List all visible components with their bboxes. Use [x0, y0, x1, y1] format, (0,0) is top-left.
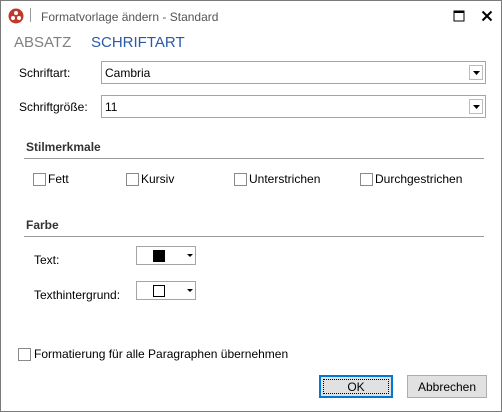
- format-style-dialog: Formatvorlage ändern - Standard ABSATZ S…: [0, 0, 502, 412]
- font-select-value: Cambria: [105, 66, 151, 80]
- tab-absatz[interactable]: ABSATZ: [14, 34, 71, 51]
- bold-label: Fett: [48, 172, 69, 186]
- background-color-picker[interactable]: [136, 281, 196, 300]
- underline-checkbox[interactable]: [234, 173, 247, 186]
- title-separator: [30, 8, 31, 22]
- strikethrough-label: Durchgestrichen: [375, 172, 463, 186]
- app-logo-icon: [8, 8, 24, 24]
- bold-checkbox[interactable]: [33, 173, 46, 186]
- maximize-icon: [453, 10, 465, 22]
- cancel-button-label: Abbrechen: [417, 379, 477, 394]
- title-bar[interactable]: Formatvorlage ändern - Standard: [1, 1, 501, 31]
- size-select-value: 11: [105, 100, 118, 114]
- italic-label: Kursiv: [141, 172, 175, 186]
- chevron-down-icon[interactable]: [469, 99, 483, 114]
- size-select[interactable]: 11: [101, 95, 486, 118]
- color-section-divider: [24, 236, 484, 237]
- font-select[interactable]: Cambria: [101, 61, 486, 84]
- color-section-title: Farbe: [26, 218, 59, 232]
- close-icon: [481, 10, 493, 22]
- underline-label: Unterstrichen: [249, 172, 321, 186]
- chevron-down-icon[interactable]: [469, 65, 483, 80]
- style-section-divider: [24, 158, 484, 159]
- size-label: Schriftgröße:: [19, 100, 88, 114]
- window-title: Formatvorlage ändern - Standard: [41, 10, 219, 24]
- apply-all-label: Formatierung für alle Paragraphen überne…: [34, 347, 289, 361]
- close-button[interactable]: [478, 7, 496, 25]
- chevron-down-icon: [187, 289, 193, 292]
- italic-checkbox[interactable]: [126, 173, 139, 186]
- text-color-swatch: [153, 250, 165, 262]
- text-color-label: Text:: [34, 253, 60, 267]
- chevron-down-icon: [187, 254, 193, 257]
- background-color-label: Texthintergrund:: [34, 288, 121, 302]
- apply-all-checkbox[interactable]: [18, 348, 31, 361]
- background-color-swatch: [153, 285, 165, 297]
- text-color-picker[interactable]: [136, 246, 196, 265]
- tab-schriftart[interactable]: SCHRIFTART: [91, 34, 185, 51]
- strikethrough-checkbox[interactable]: [360, 173, 373, 186]
- maximize-button[interactable]: [450, 7, 468, 25]
- style-section-title: Stilmerkmale: [26, 140, 101, 154]
- cancel-button[interactable]: Abbrechen: [407, 375, 487, 398]
- ok-button[interactable]: OK: [319, 375, 393, 398]
- font-label: Schriftart:: [19, 66, 71, 80]
- focus-indicator: [323, 379, 389, 394]
